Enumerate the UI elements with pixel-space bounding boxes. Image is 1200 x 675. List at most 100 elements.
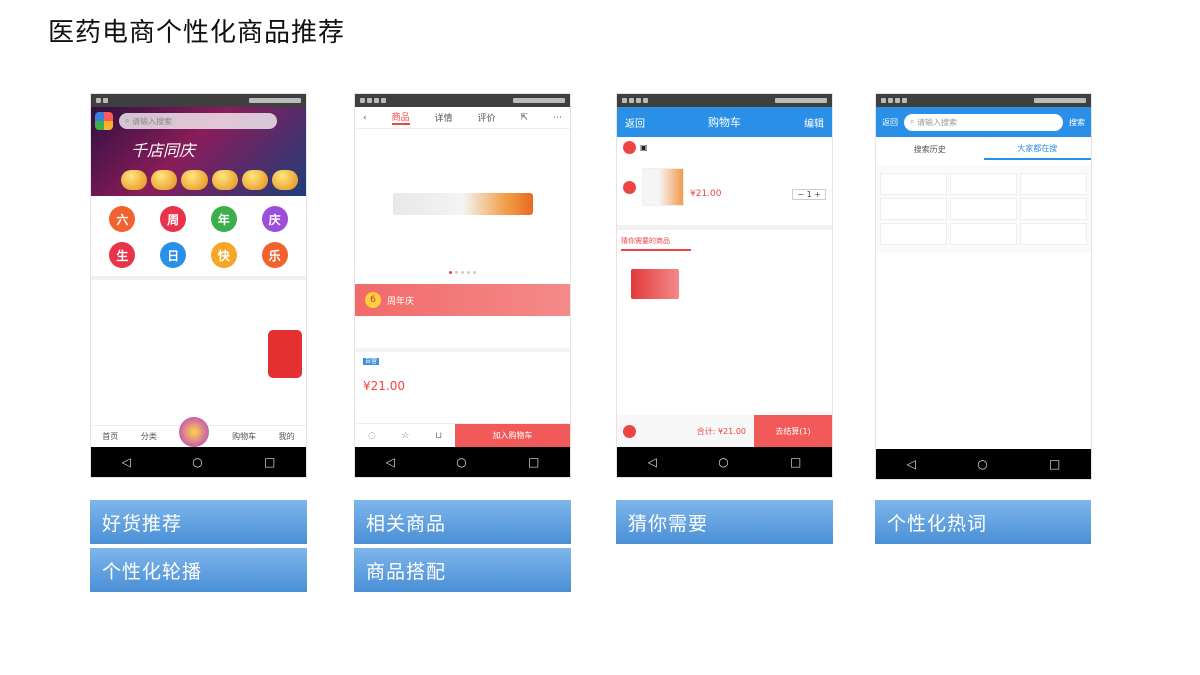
cart-icon[interactable]: ⊔ <box>435 431 442 441</box>
category-icon: 生 <box>109 242 136 268</box>
hot-word-chip[interactable] <box>950 223 1017 245</box>
back-button[interactable]: 返回 <box>625 115 645 130</box>
category-item[interactable]: 周 <box>148 206 199 232</box>
home-icon[interactable]: ○ <box>192 455 202 469</box>
tab-hot-searches[interactable]: 大家都在搜 <box>983 143 1091 160</box>
category-icon: 日 <box>160 242 187 268</box>
add-to-cart-button[interactable]: 加入购物车 <box>455 424 570 447</box>
hot-word-chip[interactable] <box>880 223 947 245</box>
hot-word-chip[interactable] <box>1020 198 1087 220</box>
promo-cell[interactable] <box>233 288 302 314</box>
home-icon[interactable]: ○ <box>977 457 987 471</box>
category-item[interactable]: 年 <box>199 206 250 232</box>
promo-banner[interactable]: ⌕ 请输入搜索 千店同庆 <box>91 107 306 196</box>
search-button[interactable]: 搜索 <box>1069 117 1085 128</box>
category-icon: 庆 <box>261 206 288 232</box>
back-icon[interactable]: ◁ <box>122 455 131 469</box>
phone-shopping-cart: 返回 购物车 编辑 ▣ ¥21.00 − 1 + 猜你需要的商品 合计: ¥21.… <box>616 93 833 478</box>
promo-cell[interactable] <box>164 322 233 348</box>
label-guess-you-need: 猜你需要 <box>616 500 833 544</box>
store-logo-icon: ▣ <box>640 142 648 152</box>
product-price: ¥21.00 <box>363 379 405 393</box>
cart-item: ¥21.00 − 1 + <box>617 157 832 217</box>
category-item[interactable]: 庆 <box>249 206 300 232</box>
back-icon[interactable]: ◁ <box>386 455 395 469</box>
category-item[interactable]: 日 <box>148 242 199 268</box>
hot-word-chip[interactable] <box>950 173 1017 195</box>
tab-history[interactable]: 搜索历史 <box>876 144 984 159</box>
tab-cart[interactable]: 购物车 <box>232 431 256 442</box>
guess-title: 猜你需要的商品 <box>621 237 670 245</box>
label-related-products: 相关商品 <box>354 500 571 544</box>
checkout-bar: 合计: ¥21.00 去结算(1) <box>617 415 832 447</box>
tab-mine[interactable]: 我的 <box>279 431 295 442</box>
more-icon[interactable]: ⋯ <box>553 113 562 123</box>
search-tabs: 搜索历史 大家都在搜 <box>876 137 1091 165</box>
category-item[interactable]: 快 <box>199 242 250 268</box>
ribbon-badge: 6 <box>365 292 381 308</box>
category-icon: 年 <box>210 206 237 232</box>
recents-icon[interactable]: □ <box>1049 457 1060 471</box>
item-thumbnail[interactable] <box>642 168 684 206</box>
anniversary-badge-icon[interactable] <box>179 416 210 447</box>
search-icon: ⌕ <box>910 117 918 126</box>
category-item[interactable]: 生 <box>97 242 148 268</box>
hot-word-chip[interactable] <box>950 198 1017 220</box>
label-personal-hotwords: 个性化热词 <box>875 500 1091 544</box>
check-icon[interactable] <box>623 180 636 194</box>
category-icon: 快 <box>210 242 237 268</box>
back-chevron-icon[interactable]: ‹ <box>363 113 367 123</box>
android-nav-bar: ◁ ○ □ <box>91 447 306 477</box>
banner-balloons <box>121 170 299 190</box>
category-item[interactable]: 乐 <box>249 242 300 268</box>
promo-description <box>355 316 570 348</box>
red-packet-icon[interactable] <box>268 330 302 378</box>
tab-home[interactable]: 首页 <box>102 431 118 442</box>
home-icon[interactable]: ○ <box>718 455 728 469</box>
promo-cell[interactable] <box>95 322 164 348</box>
store-row: ▣ <box>617 137 832 157</box>
tab-review[interactable]: 评价 <box>478 111 496 124</box>
hot-word-chip[interactable] <box>880 198 947 220</box>
check-all-icon[interactable] <box>623 424 636 438</box>
hot-word-chip[interactable] <box>1020 173 1087 195</box>
phone-search: 返回 ⌕ 请输入搜索 搜索 搜索历史 大家都在搜 ◁ ○ □ <box>875 93 1092 480</box>
label-good-recommend: 好货推荐 <box>90 500 307 544</box>
android-nav-bar: ◁ ○ □ <box>876 449 1091 479</box>
recents-icon[interactable]: □ <box>790 455 801 469</box>
edit-button[interactable]: 编辑 <box>804 115 824 130</box>
cart-total: 合计: ¥21.00 <box>696 426 746 436</box>
tab-product[interactable]: 商品 <box>391 110 410 125</box>
anniversary-ribbon: 6 周年庆 <box>355 284 570 316</box>
favorite-icon[interactable]: ☆ <box>401 431 409 441</box>
product-image[interactable] <box>355 129 570 279</box>
recents-icon[interactable]: □ <box>264 455 275 469</box>
tab-detail[interactable]: 详情 <box>435 111 453 124</box>
search-input[interactable]: ⌕ 请输入搜索 <box>904 113 1063 131</box>
quantity-stepper[interactable]: − 1 + <box>792 188 826 200</box>
share-icon[interactable]: ⇱ <box>520 113 528 123</box>
recents-icon[interactable]: □ <box>528 455 539 469</box>
check-icon[interactable] <box>623 140 636 154</box>
category-icon: 六 <box>109 206 136 232</box>
category-grid: 六 周 年 庆 生 日 快 乐 <box>91 196 306 276</box>
tab-category[interactable]: 分类 <box>141 431 157 442</box>
promo-cell[interactable] <box>164 288 233 314</box>
home-icon[interactable]: ○ <box>456 455 466 469</box>
cart-header: 返回 购物车 编辑 <box>617 107 832 137</box>
category-item[interactable]: 六 <box>97 206 148 232</box>
back-icon[interactable]: ◁ <box>907 457 916 471</box>
search-header: 返回 ⌕ 请输入搜索 搜索 <box>876 107 1091 137</box>
android-nav-bar: ◁ ○ □ <box>355 447 570 477</box>
service-icon[interactable]: ◌ <box>368 431 376 441</box>
back-button[interactable]: 返回 <box>882 117 898 128</box>
hot-word-chip[interactable] <box>1020 223 1087 245</box>
checkout-button[interactable]: 去结算(1) <box>754 415 832 447</box>
recommended-item-image[interactable] <box>631 269 679 299</box>
status-bar <box>91 94 306 107</box>
promo-cell[interactable] <box>95 288 164 314</box>
hot-word-chip[interactable] <box>880 173 947 195</box>
search-input[interactable]: ⌕ 请输入搜索 <box>119 113 277 129</box>
back-icon[interactable]: ◁ <box>648 455 657 469</box>
guess-section: 猜你需要的商品 <box>617 225 832 251</box>
